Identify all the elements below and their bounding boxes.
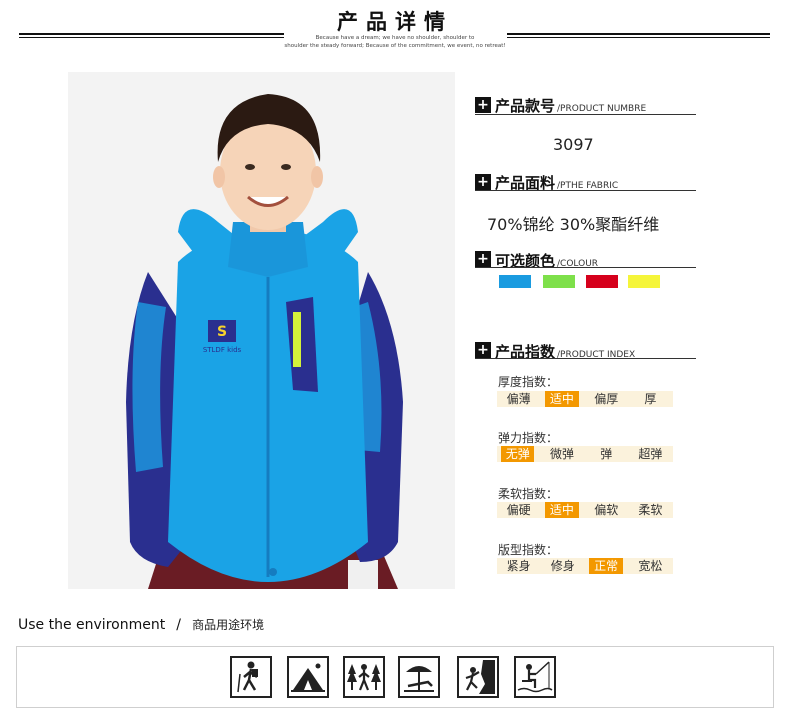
product-number-label: 产品款号 [495, 97, 556, 115]
jacket-logo-text: STLDF kids [203, 346, 242, 354]
camping-icon [287, 656, 329, 698]
elasticity-index-scale: 无弹 微弹 弹 超弹 [497, 446, 673, 462]
index-option: 修身 [550, 559, 575, 573]
softness-index-scale: 偏硬 适中 偏软 柔软 [497, 502, 673, 518]
section-divider [475, 190, 696, 191]
use-environment-title-en: Use the environment [18, 617, 166, 633]
section-divider [475, 267, 696, 268]
product-number-heading: 产品款号/PRODUCT NUMBRE [495, 95, 646, 116]
index-option: 偏厚 [594, 392, 619, 406]
fit-index-scale: 紧身 修身 正常 宽松 [497, 558, 673, 574]
use-environment-icons [16, 646, 774, 708]
index-option: 微弹 [549, 447, 574, 461]
softness-index-label: 柔软指数： [498, 487, 559, 501]
page-title: 产品详情 [337, 10, 453, 34]
use-environment-title-cn: 商品用途环境 [192, 618, 265, 632]
product-number-value: 3097 [553, 135, 594, 154]
index-option: 偏硬 [506, 503, 531, 517]
colour-swatch-green[interactable] [543, 275, 575, 288]
index-option: 柔软 [638, 503, 663, 517]
colour-swatch-yellow[interactable] [628, 275, 660, 288]
index-option-selected: 无弹 [501, 446, 535, 462]
beach-lounge-icon [398, 656, 440, 698]
index-option: 偏薄 [506, 392, 531, 406]
index-option: 厚 [644, 392, 657, 406]
fishing-icon [514, 656, 556, 698]
index-option: 弹 [600, 447, 613, 461]
plus-icon: + [475, 174, 491, 190]
section-divider [475, 114, 696, 115]
boy-in-jacket-illustration: S STLDF kids [126, 94, 403, 589]
index-option: 偏软 [594, 503, 619, 517]
thickness-index-label: 厚度指数： [498, 375, 559, 389]
plus-icon: + [475, 342, 491, 358]
product-number-label-en: /PRODUCT NUMBRE [557, 104, 647, 114]
colour-swatch-blue[interactable] [499, 275, 531, 288]
hiking-icon [230, 656, 272, 698]
header-tagline-2: shoulder the steady forward; Because of … [284, 43, 506, 49]
fit-index-label: 版型指数： [498, 543, 559, 557]
title-separator: / [176, 617, 182, 633]
use-environment-heading: Use the environment / 商品用途环境 [18, 614, 264, 633]
index-option: 超弹 [638, 447, 663, 461]
index-option: 宽松 [638, 559, 663, 573]
product-fabric-value: 70%锦纶 30%聚酯纤维 [487, 215, 660, 234]
colour-swatch-red[interactable] [586, 275, 618, 288]
product-photo: S STLDF kids [68, 72, 455, 589]
thickness-index-scale: 偏薄 适中 偏厚 厚 [497, 391, 673, 407]
header-tagline-1: Because have a dream; we have no shoulde… [315, 35, 475, 41]
index-option-selected: 适中 [545, 391, 579, 407]
section-divider [475, 358, 696, 359]
index-option-selected: 正常 [589, 558, 623, 574]
elasticity-index-label: 弹力指数： [498, 431, 559, 445]
forest-walk-icon [343, 656, 385, 698]
svg-text:S: S [217, 324, 227, 340]
index-option-selected: 适中 [545, 502, 579, 518]
plus-icon: + [475, 97, 491, 113]
rock-climbing-icon [457, 656, 499, 698]
index-option: 紧身 [506, 559, 531, 573]
plus-icon: + [475, 251, 491, 267]
